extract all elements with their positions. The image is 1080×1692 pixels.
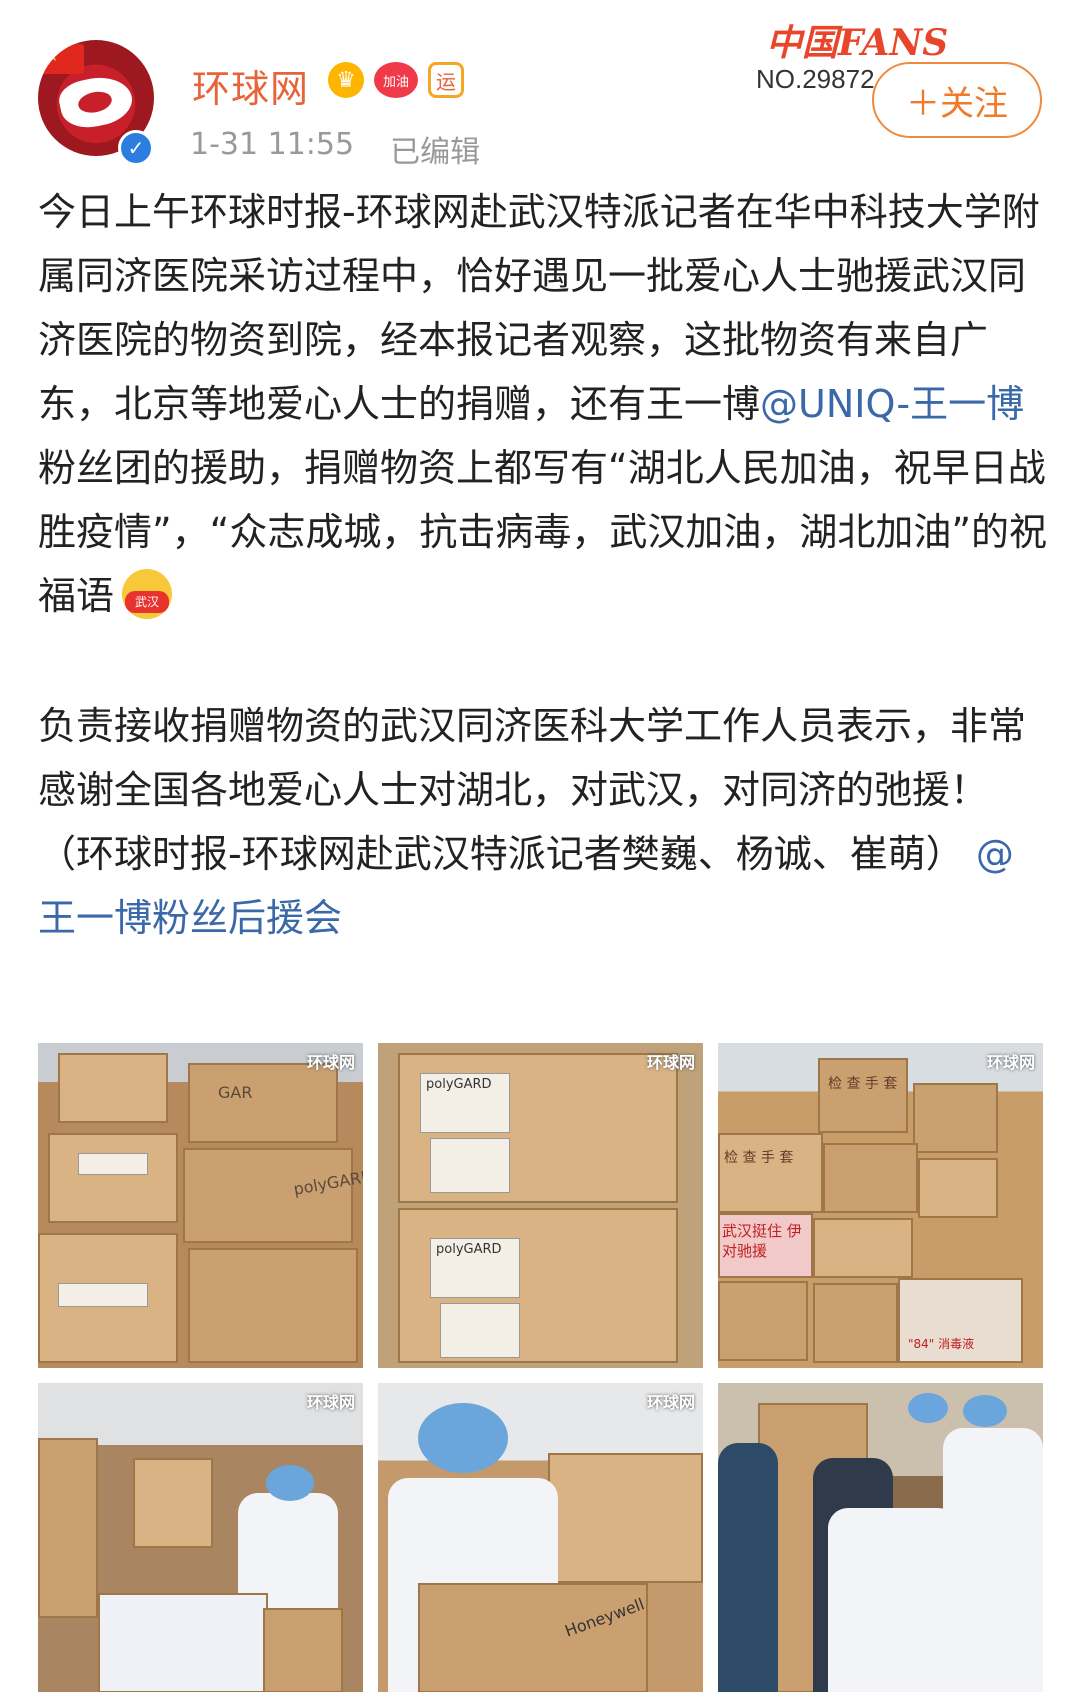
watermark-text: 环球网 — [986, 1053, 1035, 1072]
globe-logo-icon — [55, 71, 137, 133]
watermark-text: 环球网 — [646, 1393, 695, 1412]
post-time: 1-31 11:55 — [190, 127, 355, 162]
post-paragraph-1: 今日上午环球时报-环球网赴武汉特派记者在华中科技大学附属同济医院采访过程中，恰好… — [38, 180, 1048, 628]
post-text: 粉丝团的援助，捐赠物资上都写有“湖北人民加油，祝早日战胜疫情”，“众志成城，抗击… — [38, 446, 1048, 618]
post-paragraph-2: 负责接收捐赠物资的武汉同济医科大学工作人员表示，非常感谢全国各地爱心人士对湖北，… — [38, 694, 1048, 950]
photo-worker-opening-box[interactable]: Honeywell 环球网 — [378, 1383, 703, 1692]
disinfectant-label-text: "84" 消毒液 — [908, 1337, 975, 1351]
heart-badge-icon[interactable]: 加油 — [374, 62, 418, 98]
post-text: 负责接收捐赠物资的武汉同济医科大学工作人员表示，非常感谢全国各地爱心人士对湖北，… — [38, 704, 1027, 876]
post-body: 今日上午环球时报-环球网赴武汉特派记者在华中科技大学附属同济医院采访过程中，恰好… — [38, 180, 1048, 950]
glove-label-text: 检 查 手 套 — [828, 1076, 898, 1092]
glove-label-text: 检 查 手 套 — [724, 1150, 794, 1166]
fans-badge-title: 中国FANS — [766, 22, 949, 64]
watermark-text: 环球网 — [306, 1393, 355, 1412]
verified-icon: ✓ — [118, 130, 154, 166]
yun-badge-icon[interactable]: 运 — [428, 62, 464, 98]
fans-badge-number: NO.29872 — [756, 64, 875, 94]
photo-boxes-stack[interactable]: polyGARD GAR 环球网 — [38, 1043, 363, 1368]
post-header: ✓ 环球网 ♛ 加油 运 1-31 11:55 已编辑 中国FANS NO.29… — [0, 0, 1080, 175]
box-brand-text: GAR — [218, 1083, 253, 1102]
follow-button[interactable]: ＋关注 — [872, 62, 1042, 138]
photo-workers-inspecting[interactable] — [718, 1383, 1043, 1692]
box-brand-text: polyGARD — [436, 1242, 502, 1257]
account-badges: ♛ 加油 运 — [328, 62, 464, 98]
mention-link-uniq[interactable]: @UNIQ-王一博 — [760, 382, 1024, 426]
post-meta: 1-31 11:55 已编辑 — [190, 127, 480, 171]
photo-donation-box[interactable]: polyGARD polyGARD 环球网 — [378, 1043, 703, 1368]
crown-badge-icon[interactable]: ♛ — [328, 62, 364, 98]
slogan-label-text: 武汉挺住 伊对驰援 — [722, 1222, 802, 1260]
wuhan-emoji-icon — [122, 569, 173, 619]
box-brand-text: polyGARD — [426, 1077, 492, 1092]
china-flag-icon — [40, 44, 84, 74]
photo-worker-checking[interactable]: 环球网 — [38, 1383, 363, 1692]
photo-glove-boxes[interactable]: 检 查 手 套 检 查 手 套 武汉挺住 伊对驰援 "84" 消毒液 环球网 — [718, 1043, 1043, 1368]
account-name[interactable]: 环球网 — [192, 58, 309, 113]
watermark-text: 环球网 — [306, 1053, 355, 1072]
edited-label: 已编辑 — [390, 135, 481, 170]
watermark-text: 环球网 — [646, 1053, 695, 1072]
